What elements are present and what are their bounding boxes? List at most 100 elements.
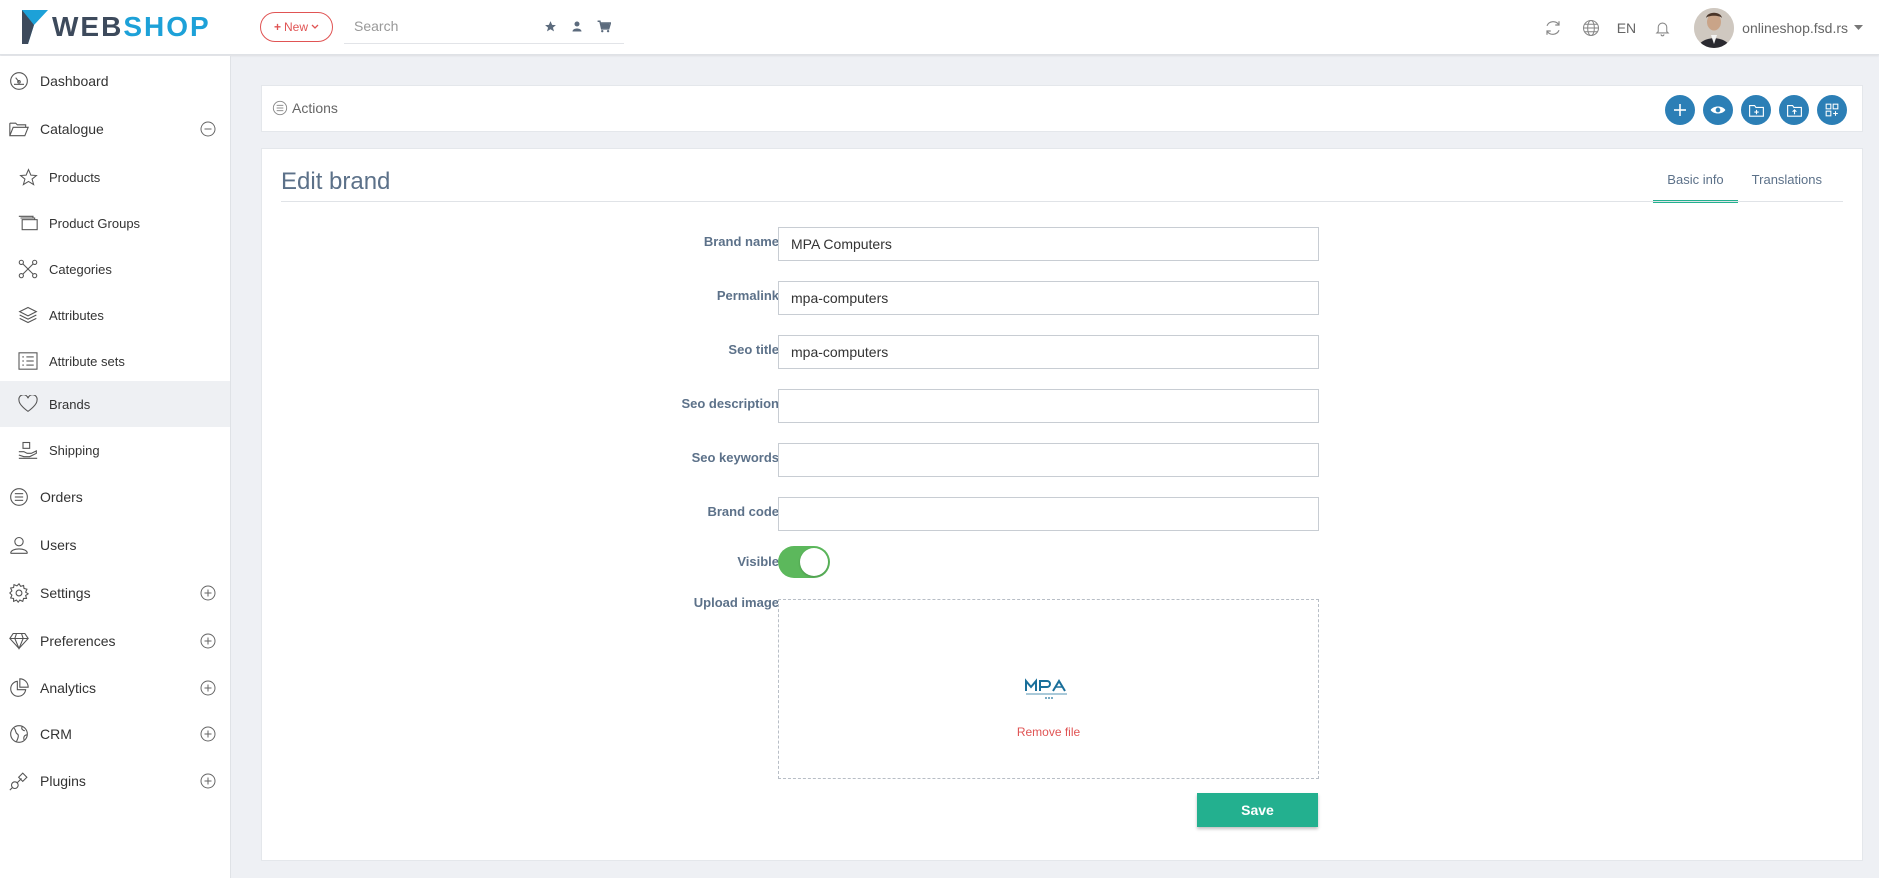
sidebar-item-analytics[interactable]: Analytics — [0, 665, 230, 711]
add-new-button[interactable] — [1665, 95, 1695, 125]
seo-description-input[interactable] — [778, 389, 1319, 423]
add-folder-button[interactable] — [1741, 95, 1771, 125]
language-selector[interactable]: EN — [1617, 20, 1636, 36]
sidebar-item-attributes[interactable]: Attributes — [0, 292, 230, 338]
expand-plus-icon[interactable] — [200, 726, 216, 742]
expand-plus-icon[interactable] — [200, 633, 216, 649]
sidebar-item-dashboard[interactable]: Dashboard — [0, 58, 230, 104]
title-divider — [281, 201, 1843, 202]
layers-icon — [17, 304, 39, 326]
seo-title-input[interactable] — [778, 335, 1319, 369]
sidebar-label-product-groups: Product Groups — [49, 215, 141, 231]
actions-menu[interactable]: Actions — [272, 100, 338, 116]
sidebar-item-attribute-sets[interactable]: Attribute sets — [0, 338, 230, 384]
permalink-input[interactable] — [778, 281, 1319, 315]
tab-basic-info[interactable]: Basic info — [1653, 165, 1738, 203]
brand-name-input[interactable] — [778, 227, 1319, 261]
seo-description-label: Seo description — [681, 396, 779, 411]
expand-plus-icon[interactable] — [200, 585, 216, 601]
sidebar-label-attributes: Attributes — [49, 307, 104, 323]
sidebar-item-preferences[interactable]: Preferences — [0, 617, 230, 665]
brand-name-label: Brand name — [703, 234, 779, 249]
webshop-logo[interactable]: WEB SHOP — [22, 7, 211, 47]
star-icon[interactable] — [542, 18, 558, 34]
sidebar-label-shipping: Shipping — [49, 442, 100, 458]
sidebar-item-users[interactable]: Users — [0, 521, 230, 569]
bell-icon[interactable] — [1650, 16, 1674, 40]
remove-file-link[interactable]: Remove file — [779, 725, 1318, 739]
brand-code-input[interactable] — [778, 497, 1319, 531]
eye-icon — [1710, 106, 1726, 114]
actions-label: Actions — [292, 100, 338, 116]
seo-keywords-input[interactable] — [778, 443, 1319, 477]
gear-icon — [8, 582, 30, 604]
upload-folder-button[interactable] — [1779, 95, 1809, 125]
seo-title-label: Seo title — [728, 342, 779, 357]
nodes-icon — [17, 258, 39, 280]
sidebar-item-crm[interactable]: CRM — [0, 711, 230, 757]
dashboard-gauge-icon — [8, 70, 30, 92]
globe-icon[interactable] — [1579, 16, 1603, 40]
new-button[interactable]: + New — [260, 12, 333, 42]
avatar[interactable] — [1694, 7, 1735, 48]
grid-add-button[interactable] — [1817, 95, 1847, 125]
actions-list-icon — [272, 100, 288, 116]
sidebar-label-catalogue: Catalogue — [40, 121, 104, 137]
expand-plus-icon[interactable] — [200, 680, 216, 696]
image-dropzone[interactable]: Remove file — [778, 599, 1319, 779]
pie-chart-icon — [8, 677, 30, 699]
user-menu[interactable]: onlineshop.fsd.rs — [1742, 20, 1848, 36]
sidebar-label-crm: CRM — [40, 726, 72, 742]
layers-stack-icon — [17, 212, 39, 234]
sidebar-label-orders: Orders — [40, 489, 83, 505]
brand-code-label: Brand code — [707, 504, 779, 519]
sidebar-item-settings[interactable]: Settings — [0, 569, 230, 617]
tab-translations[interactable]: Translations — [1738, 165, 1836, 203]
sidebar-label-settings: Settings — [40, 585, 91, 601]
sidebar-label-attribute-sets: Attribute sets — [49, 353, 125, 369]
star-outline-icon — [17, 166, 39, 188]
user-icon[interactable] — [569, 18, 585, 34]
sidebar-label-products: Products — [49, 169, 101, 185]
caret-down-icon[interactable] — [1854, 24, 1863, 31]
sidebar-label-preferences: Preferences — [40, 633, 116, 649]
new-button-label: New — [284, 20, 309, 34]
edit-brand-card: Edit brand Basic info Translations Brand… — [261, 148, 1863, 861]
search-bar — [344, 10, 624, 44]
sidebar-item-categories[interactable]: Categories — [0, 246, 230, 292]
sidebar-item-orders[interactable]: Orders — [0, 473, 230, 521]
cart-icon[interactable] — [596, 18, 612, 34]
expand-plus-icon[interactable] — [200, 773, 216, 789]
sidebar-label-plugins: Plugins — [40, 773, 86, 789]
users-icon — [8, 534, 30, 556]
sidebar-item-catalogue[interactable]: Catalogue — [0, 106, 230, 152]
save-button[interactable]: Save — [1197, 793, 1318, 827]
sidebar-item-plugins[interactable]: Plugins — [0, 757, 230, 805]
sidebar-item-shipping[interactable]: Shipping — [0, 427, 230, 473]
sidebar-label-dashboard: Dashboard — [40, 73, 109, 89]
preview-button[interactable] — [1703, 95, 1733, 125]
sidebar-label-users: Users — [40, 537, 77, 553]
sidebar-item-products[interactable]: Products — [0, 154, 230, 200]
refresh-icon[interactable] — [1541, 16, 1565, 40]
diamond-icon — [8, 630, 30, 652]
top-right-controls: EN onlineshop.fsd.rs — [1541, 0, 1879, 55]
chevron-down-icon — [311, 24, 319, 29]
visible-label: Visible — [737, 554, 779, 569]
seo-keywords-label: Seo keywords — [691, 450, 779, 465]
plug-icon — [8, 770, 30, 792]
sidebar-item-brands[interactable]: Brands — [0, 381, 230, 427]
search-input[interactable] — [344, 10, 534, 42]
logo-text-web: WEB — [52, 11, 124, 42]
mpa-computers-logo — [1025, 678, 1067, 699]
globe-crm-icon — [8, 723, 30, 745]
folder-plus-icon — [1748, 104, 1764, 117]
visible-toggle[interactable] — [778, 546, 830, 578]
orders-list-icon — [8, 486, 30, 508]
toggle-knob — [800, 548, 828, 576]
logo-flag-icon — [22, 10, 48, 44]
sidebar-label-categories: Categories — [49, 261, 112, 277]
sidebar-item-product-groups[interactable]: Product Groups — [0, 200, 230, 246]
page-title: Edit brand — [281, 168, 391, 195]
collapse-minus-icon[interactable] — [200, 121, 216, 137]
